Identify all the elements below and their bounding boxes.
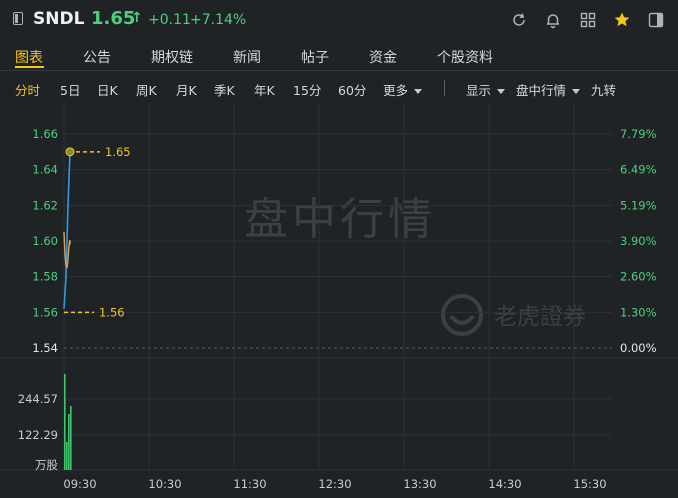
display-label: 显示 xyxy=(466,83,492,98)
active-tab-indicator xyxy=(15,66,44,68)
time-tick-label: 15:30 xyxy=(573,477,606,491)
percent-tick-label: 6.49% xyxy=(620,163,657,177)
bell-icon[interactable] xyxy=(544,11,562,29)
price-tick-label: 1.54 xyxy=(32,341,58,355)
volume-bar xyxy=(66,442,68,470)
price-tick-label: 1.60 xyxy=(32,234,58,248)
period-15min[interactable]: 15分 xyxy=(293,80,321,99)
intraday-chart[interactable]: 盘中行情 老虎證券 1.66 1.64 1.62 1.60 1.58 1.56 1.54 7… xyxy=(0,102,678,498)
sidebar-toggle-icon[interactable] xyxy=(13,12,23,25)
volume-bar xyxy=(68,414,70,470)
low-price-label: 1.56 xyxy=(99,305,125,319)
tab-posts[interactable]: 帖子 xyxy=(301,47,329,67)
price-change: +0.11 xyxy=(148,12,191,28)
price-markers: 1.65 1.56 xyxy=(64,145,131,319)
grid-icon[interactable] xyxy=(579,11,597,29)
percent-tick-label: 1.30% xyxy=(620,305,657,319)
high-price-label: 1.65 xyxy=(105,145,131,159)
tiger-logo-icon xyxy=(441,294,483,336)
caret-down-icon xyxy=(414,89,423,94)
price-tick-label: 1.64 xyxy=(32,163,58,177)
period-daily[interactable]: 日K xyxy=(97,80,118,99)
volume-tick-label: 244.57 xyxy=(18,392,58,406)
period-yearly[interactable]: 年K xyxy=(254,80,275,99)
tab-options-chain[interactable]: 期权链 xyxy=(151,47,193,67)
price-tick-label: 1.58 xyxy=(32,270,58,284)
percent-axis: 7.79% 6.49% 5.19% 3.90% 2.60% 1.30% 0.00% xyxy=(620,127,657,355)
panel-toggle-icon[interactable] xyxy=(647,11,665,29)
period-weekly[interactable]: 周K xyxy=(136,80,157,99)
chart-grid xyxy=(0,102,678,471)
td-sequential-toggle[interactable]: 九转 xyxy=(591,80,616,99)
tab-announcements[interactable]: 公告 xyxy=(83,47,111,67)
chart-watermark: 盘中行情 xyxy=(244,194,436,245)
period-monthly[interactable]: 月K xyxy=(176,80,197,99)
price-series xyxy=(63,151,72,470)
toolbar-divider xyxy=(444,80,445,96)
time-tick-label: 10:30 xyxy=(148,477,181,491)
price-tick-label: 1.66 xyxy=(32,127,58,141)
percent-tick-label: 0.00% xyxy=(620,341,657,355)
quote-header: SNDL 1.65 ↑ +0.11 +7.14% xyxy=(0,0,678,40)
time-tick-label: 13:30 xyxy=(403,477,436,491)
percent-tick-label: 3.90% xyxy=(620,234,657,248)
star-icon[interactable] xyxy=(613,11,631,29)
volume-tick-label: 122.29 xyxy=(18,428,58,442)
brand-watermark: 老虎證券 xyxy=(494,304,586,330)
time-tick-label: 12:30 xyxy=(318,477,351,491)
stock-symbol: SNDL xyxy=(33,9,85,29)
period-toolbar: 分时 5日 日K 周K 月K 季K 年K 15分 60分 更多 显示 盘中行情 … xyxy=(0,74,678,102)
session-label: 盘中行情 xyxy=(516,83,567,98)
volume-unit-label: 万股 xyxy=(35,458,58,472)
session-dropdown[interactable]: 盘中行情 xyxy=(516,80,581,99)
volume-bar xyxy=(70,406,72,470)
display-dropdown[interactable]: 显示 xyxy=(466,80,506,99)
price-axis: 1.66 1.64 1.62 1.60 1.58 1.56 1.54 xyxy=(32,127,58,355)
period-intraday[interactable]: 分时 xyxy=(15,80,40,99)
percent-tick-label: 5.19% xyxy=(620,198,657,212)
period-60min[interactable]: 60分 xyxy=(338,80,366,99)
tab-bar: 图表 公告 期权链 新闻 帖子 资金 个股资料 xyxy=(0,42,678,71)
high-point-marker xyxy=(65,147,75,157)
period-5day[interactable]: 5日 xyxy=(60,80,80,99)
tab-news[interactable]: 新闻 xyxy=(233,47,261,67)
more-dropdown[interactable]: 更多 xyxy=(383,80,423,99)
price-tick-label: 1.62 xyxy=(32,198,58,212)
time-tick-label: 11:30 xyxy=(233,477,266,491)
time-tick-label: 09:30 xyxy=(63,477,96,491)
tab-chart[interactable]: 图表 xyxy=(15,47,43,67)
price-change-percent: +7.14% xyxy=(190,12,247,28)
percent-tick-label: 2.60% xyxy=(620,270,657,284)
price-tick-label: 1.56 xyxy=(32,305,58,319)
volume-bar xyxy=(64,374,66,470)
tab-capital-flow[interactable]: 资金 xyxy=(369,47,397,67)
price-line xyxy=(63,151,71,309)
tab-company-profile[interactable]: 个股资料 xyxy=(437,47,493,67)
refresh-icon[interactable] xyxy=(510,11,528,29)
up-arrow-icon: ↑ xyxy=(131,10,143,26)
caret-down-icon xyxy=(572,89,581,94)
caret-down-icon xyxy=(497,89,506,94)
time-axis: 09:30 10:30 11:30 12:30 13:30 14:30 15:30 xyxy=(63,477,606,491)
time-tick-label: 14:30 xyxy=(488,477,521,491)
volume-axis: 244.57 122.29 万股 xyxy=(18,392,59,472)
more-label: 更多 xyxy=(383,83,409,98)
percent-tick-label: 7.79% xyxy=(620,127,657,141)
period-quarterly[interactable]: 季K xyxy=(214,80,235,99)
last-price: 1.65 xyxy=(91,8,136,29)
